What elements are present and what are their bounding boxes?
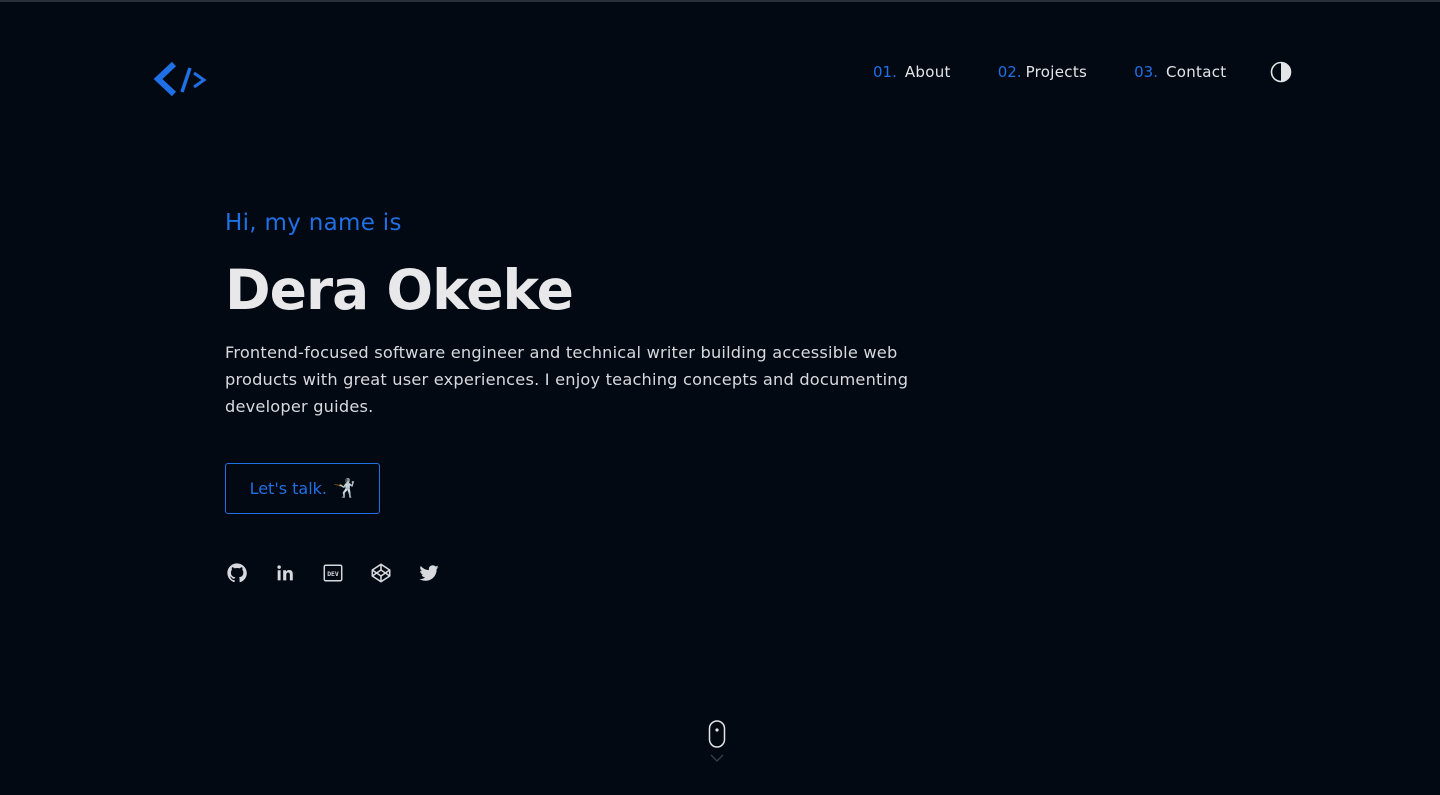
- nav-projects-label: Projects: [1025, 63, 1088, 81]
- svg-text:DEV: DEV: [327, 570, 339, 578]
- lets-talk-button[interactable]: Let's talk. 🤺: [225, 463, 380, 514]
- nav-projects[interactable]: 02. Projects: [998, 63, 1087, 81]
- nav-contact-number: 03.: [1134, 63, 1158, 81]
- codepen-icon[interactable]: [370, 562, 392, 584]
- theme-toggle-icon[interactable]: [1270, 61, 1292, 83]
- nav-projects-number: 02.: [997, 63, 1022, 81]
- logo-code-icon[interactable]: [152, 62, 210, 96]
- fencer-emoji-icon: 🤺: [333, 478, 356, 499]
- nav-contact-label: Contact: [1165, 63, 1227, 81]
- social-links: DEV: [226, 562, 466, 584]
- main-nav: 01. About 02. Projects 03. Contact: [873, 63, 1226, 81]
- mouse-scroll-icon[interactable]: [708, 720, 726, 768]
- nav-about-number: 01.: [873, 63, 897, 81]
- github-icon[interactable]: [226, 562, 248, 584]
- linkedin-icon[interactable]: [274, 562, 296, 584]
- hero-section: Hi, my name is Dera Okeke Frontend-focus…: [225, 210, 945, 420]
- nav-about[interactable]: 01. About: [873, 63, 951, 81]
- hero-name: Dera Okeke: [225, 258, 574, 322]
- nav-about-label: About: [904, 63, 951, 81]
- lets-talk-label: Let's talk.: [249, 479, 328, 498]
- dev-to-icon[interactable]: DEV: [322, 562, 344, 584]
- twitter-icon[interactable]: [418, 562, 440, 584]
- hero-bio: Frontend-focused software engineer and t…: [225, 342, 909, 416]
- top-border: [0, 0, 1440, 2]
- nav-contact[interactable]: 03. Contact: [1134, 63, 1226, 81]
- greeting-text: Hi, my name is: [225, 210, 402, 236]
